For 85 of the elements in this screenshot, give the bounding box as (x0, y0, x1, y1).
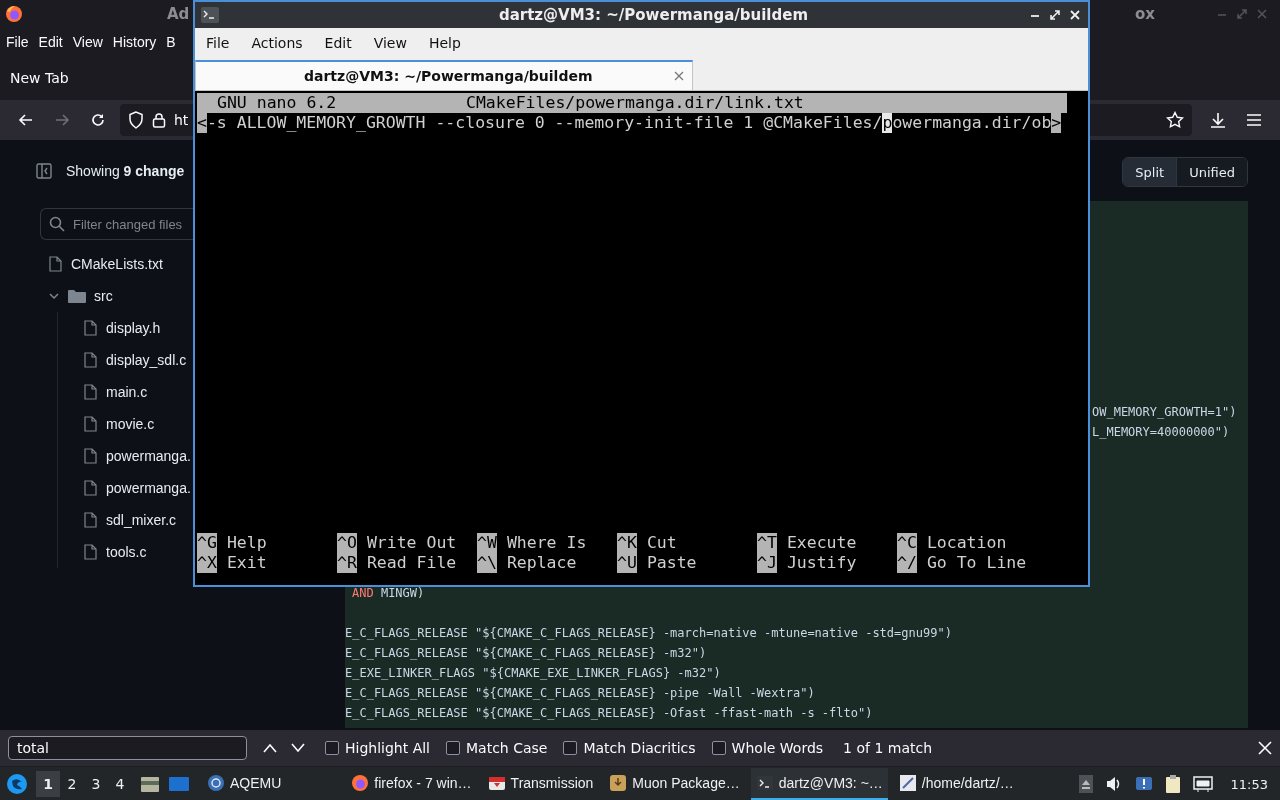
menu-item[interactable]: Actions (244, 35, 310, 51)
editor-version: GNU nano 6.2 (216, 93, 338, 113)
match-count: 1 of 1 match (843, 740, 933, 756)
menu-item[interactable]: File (199, 35, 237, 51)
shortcut-key: ^/ (897, 553, 917, 573)
menu-item[interactable]: B (161, 34, 181, 50)
scroll-marker: > (1051, 113, 1062, 133)
shortcut-label: Execute (786, 533, 857, 553)
window-title: ox (1135, 5, 1155, 23)
shortcut-label: Read File (366, 553, 457, 573)
shortcut-label: Justify (786, 553, 857, 573)
shortcut-key: ^C (897, 533, 917, 553)
text-line: owermanga.dir/ob (892, 113, 1052, 133)
file-tree-item[interactable]: powermanga. (36, 472, 193, 504)
filter-field[interactable]: Filter changed files (40, 208, 193, 240)
shortcut-key: ^G (197, 533, 217, 553)
shortcut-label: Help (226, 533, 267, 553)
shortcut-key: ^\ (477, 553, 497, 573)
taskbar-task[interactable]: Transmission (482, 768, 599, 800)
shortcut-key: ^K (617, 533, 637, 553)
shortcut-key: ^U (617, 553, 637, 573)
workspace-button[interactable]: 2 (60, 771, 84, 797)
shortcut-label: Where Is (506, 533, 587, 553)
taskbar-task[interactable]: AQEMU (202, 768, 287, 800)
taskbar-task[interactable]: /home/dartz/… (893, 768, 1019, 800)
code-line: AND MINGW) (352, 585, 426, 602)
file-tree-item[interactable]: powermanga. (36, 440, 193, 472)
shortcut-label: Exit (226, 553, 267, 573)
menu-item[interactable]: Edit (317, 35, 359, 51)
shortcut-key: ^T (757, 533, 777, 553)
shortcut-label: Go To Line (926, 553, 1027, 573)
checkbox-label[interactable]: Match Diacritics (583, 740, 696, 756)
menu-item[interactable]: View (67, 34, 108, 50)
taskbar-task[interactable]: dartz@VM3: ~… (750, 768, 888, 800)
shortcut-key: ^R (337, 553, 357, 573)
taskbar-task[interactable]: firefox - 7 win… (346, 768, 477, 800)
find-field[interactable]: total (8, 736, 247, 760)
terminal-tab[interactable]: dartz@VM3: ~/Powermanga/buildem (195, 60, 693, 90)
shortcut-key: ^W (477, 533, 497, 553)
shortcut-key: ^J (757, 553, 777, 573)
file-tree-item[interactable]: CMakeLists.txt (36, 248, 193, 280)
file-tree-item[interactable]: src (36, 280, 193, 312)
shortcut-key: ^O (337, 533, 357, 553)
file-tree-item[interactable]: movie.c (36, 408, 193, 440)
browser-tab[interactable]: New Tab (10, 70, 69, 86)
checkbox-label[interactable]: Highlight All (345, 740, 430, 756)
menu-item[interactable]: File (1, 34, 34, 50)
code-line: E_C_FLAGS_RELEASE "${CMAKE_C_FLAGS_RELEASE} -pipe -Wall -Wextra") (345, 685, 816, 702)
file-name: CMakeFiles/powermanga.dir/link.txt (466, 93, 804, 113)
summary-text: Showing 9 change (66, 163, 185, 179)
menu-item[interactable]: History (107, 34, 162, 50)
code-line: OW_MEMORY_GROWTH=1") (1092, 404, 1238, 421)
taskbar-task[interactable]: Muon Package… (604, 768, 745, 800)
code-line: L_MEMORY=40000000") (1092, 424, 1231, 441)
shortcut-label: Replace (506, 553, 577, 573)
menu-item[interactable]: View (366, 35, 414, 51)
shortcut-label: Write Out (366, 533, 457, 553)
shortcut-label: Cut (646, 533, 677, 553)
checkbox-label[interactable]: Whole Words (731, 740, 824, 756)
code-line: E_C_FLAGS_RELEASE "${CMAKE_C_FLAGS_RELEASE} -m32") (345, 645, 708, 662)
menu-item[interactable]: Edit (33, 34, 68, 50)
file-tree-item[interactable]: tools.c (36, 536, 193, 568)
code-line: E_C_FLAGS_RELEASE "${CMAKE_C_FLAGS_RELEASE} -march=native -mtune=native -std=gnu99") (345, 625, 953, 642)
checkbox-label[interactable]: Match Case (466, 740, 548, 756)
window-title: Ad (167, 5, 190, 23)
text-cursor: p (882, 113, 893, 133)
menu-item[interactable]: Help (421, 35, 468, 51)
shortcut-label: Paste (646, 553, 697, 573)
scroll-marker: < (197, 113, 207, 133)
code-line: E_C_FLAGS_RELEASE "${CMAKE_C_FLAGS_RELEASE} -Ofast -ffast-math -s -flto") (345, 705, 874, 722)
code-line: E_EXE_LINKER_FLAGS "${CMAKE_EXE_LINKER_FLAGS} -m32") (345, 665, 722, 682)
workspace-button[interactable]: 3 (84, 771, 108, 797)
shortcut-label: Location (926, 533, 1007, 553)
window-title: dartz@VM3: ~/Powermanga/buildem (497, 6, 810, 24)
clock[interactable]: 11:53 (1230, 776, 1268, 792)
workspace-button[interactable]: 1 (36, 771, 60, 797)
shortcut-key: ^X (197, 553, 217, 573)
view-toggle-button[interactable]: Split (1123, 158, 1177, 186)
file-tree-item[interactable]: sdl_mixer.c (36, 504, 193, 536)
workspace-button[interactable]: 4 (108, 771, 132, 797)
file-tree-item[interactable]: display_sdl.c (36, 344, 193, 376)
view-toggle-button[interactable]: Unified (1176, 158, 1247, 186)
file-tree-item[interactable]: main.c (36, 376, 193, 408)
file-tree-item[interactable]: display.h (36, 312, 193, 344)
url-text[interactable]: ht (174, 112, 189, 128)
